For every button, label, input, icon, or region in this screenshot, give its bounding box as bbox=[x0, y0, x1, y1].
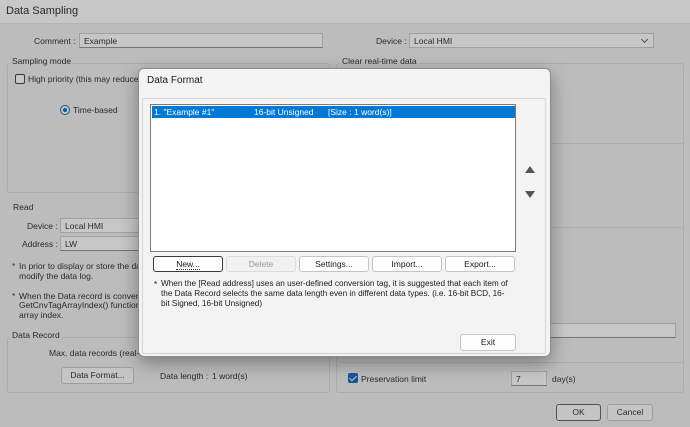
note-bullet: * bbox=[154, 279, 158, 289]
list-item-type: 16-bit Unsigned bbox=[254, 107, 314, 117]
exit-button[interactable]: Exit bbox=[460, 334, 516, 351]
dialog-title: Data Format bbox=[147, 75, 203, 86]
delete-button-label: Delete bbox=[248, 259, 274, 269]
export-button-label: Export... bbox=[464, 259, 496, 269]
export-button[interactable]: Export... bbox=[445, 256, 515, 272]
arrow-up-icon bbox=[525, 166, 535, 173]
import-button[interactable]: Import... bbox=[372, 256, 442, 272]
dialog-titlebar: Data Format bbox=[139, 69, 550, 93]
delete-button[interactable]: Delete bbox=[226, 256, 296, 272]
move-down-button[interactable] bbox=[522, 186, 538, 202]
list-item-size: [Size : 1 word(s)] bbox=[328, 107, 392, 117]
data-format-list[interactable]: 1. "Example #1" 16-bit Unsigned [Size : … bbox=[150, 104, 516, 252]
settings-button[interactable]: Settings... bbox=[299, 256, 369, 272]
exit-button-label: Exit bbox=[480, 337, 496, 347]
move-up-button[interactable] bbox=[522, 162, 538, 178]
conversion-tag-note: When the [Read address] uses an user-def… bbox=[161, 279, 508, 308]
settings-button-label: Settings... bbox=[315, 259, 353, 269]
arrow-down-icon bbox=[525, 191, 535, 198]
import-button-label: Import... bbox=[391, 259, 423, 269]
new-button[interactable]: New... bbox=[153, 256, 223, 272]
list-item[interactable]: 1. "Example #1" 16-bit Unsigned [Size : … bbox=[152, 106, 515, 118]
list-item-name: 1. "Example #1" bbox=[154, 107, 215, 117]
data-format-dialog: Data Format 1. "Example #1" 16-bit Unsig… bbox=[138, 68, 551, 357]
new-button-label: New... bbox=[176, 259, 200, 270]
